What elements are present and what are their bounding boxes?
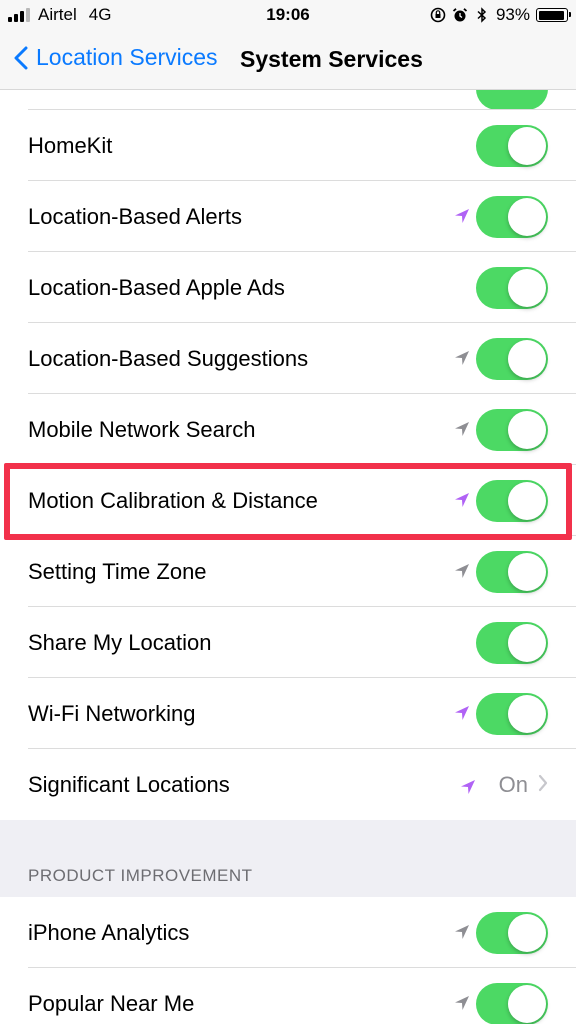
value-label: On (498, 771, 528, 797)
list-item-label: iPhone Analytics (28, 920, 190, 945)
alarm-icon (452, 8, 468, 22)
toggle-switch[interactable] (476, 912, 548, 954)
list-item-iphone-analytics[interactable]: iPhone Analytics (0, 897, 576, 968)
list-item-label: Wi-Fi Networking (28, 701, 196, 726)
location-arrow-icon (453, 420, 471, 438)
system-services-list: HomeKit Location-Based Alerts Location-Bas… (0, 68, 576, 820)
section-header-product-improvement: PRODUCT IMPROVEMENT (28, 866, 253, 885)
location-arrow-icon (453, 207, 471, 225)
battery-percent: 93% (495, 5, 530, 24)
list-item-label: Location-Based Suggestions (28, 346, 309, 371)
location-arrow-icon (453, 349, 471, 367)
location-arrow-icon (453, 491, 471, 509)
toggle-knob (508, 269, 546, 307)
back-button-label: Location Services (36, 44, 218, 70)
list-item-label: Share My Location (28, 630, 212, 655)
list-item-label: Location-Based Apple Ads (28, 275, 285, 300)
toggle-switch[interactable] (476, 622, 548, 664)
toggle-switch[interactable] (476, 551, 548, 593)
list-item-location-based-suggestions[interactable]: Location-Based Suggestions (0, 323, 576, 394)
toggle-switch[interactable] (476, 693, 548, 735)
toggle-knob (508, 127, 546, 165)
toggle-switch[interactable] (476, 409, 548, 451)
toggle-knob (508, 340, 546, 378)
list-item-label: HomeKit (28, 133, 113, 158)
toggle-knob (508, 553, 546, 591)
toggle-switch[interactable] (476, 125, 548, 167)
list-item-homekit[interactable]: HomeKit (0, 110, 576, 181)
toggle-switch[interactable] (476, 267, 548, 309)
toggle-switch[interactable] (476, 196, 548, 238)
battery-icon (536, 8, 571, 22)
disclosure-value[interactable]: On (459, 749, 548, 820)
list-item-location-based-apple-ads[interactable]: Location-Based Apple Ads (0, 252, 576, 323)
location-arrow-icon (453, 923, 471, 941)
list-item-label: Location-Based Alerts (28, 204, 243, 229)
toggle-knob (508, 198, 546, 236)
list-item-significant-locations[interactable]: Significant Locations On (0, 749, 576, 820)
list-item-partial (0, 68, 576, 110)
back-button[interactable]: Location Services (14, 44, 218, 71)
toggle-switch[interactable] (476, 480, 548, 522)
list-item-label: Significant Locations (28, 772, 230, 797)
page-title: System Services (240, 46, 423, 72)
list-item-wi-fi-networking[interactable]: Wi-Fi Networking (0, 678, 576, 749)
chevron-right-icon (538, 772, 548, 798)
list-item-label: Setting Time Zone (28, 559, 207, 584)
location-arrow-icon (453, 704, 471, 722)
list-item-motion-calibration-and-distance[interactable]: Motion Calibration & Distance (0, 465, 576, 536)
list-item-popular-near-me[interactable]: Popular Near Me (0, 968, 576, 1024)
navigation-bar: Location Services System Services (0, 30, 576, 90)
bluetooth-icon (477, 7, 487, 23)
status-bar: Airtel 4G 19:06 93% (0, 0, 576, 30)
toggle-knob (508, 411, 546, 449)
toggle-knob (508, 985, 546, 1023)
toggle-knob (508, 914, 546, 952)
location-arrow-icon (453, 562, 471, 580)
list-item-share-my-location[interactable]: Share My Location (0, 607, 576, 678)
toggle-switch[interactable] (476, 338, 548, 380)
location-arrow-icon (459, 776, 477, 794)
toggle-knob (508, 624, 546, 662)
status-right: 93% (430, 5, 571, 25)
product-improvement-list: iPhone Analytics Popular Near Me (0, 897, 576, 1024)
list-item-label: Motion Calibration & Distance (28, 488, 318, 513)
list-item-label: Popular Near Me (28, 991, 195, 1016)
orientation-lock-icon (430, 7, 446, 23)
list-item-setting-time-zone[interactable]: Setting Time Zone (0, 536, 576, 607)
toggle-knob (508, 695, 546, 733)
toggle-switch[interactable] (476, 983, 548, 1024)
chevron-left-icon (14, 46, 28, 69)
list-item-location-based-alerts[interactable]: Location-Based Alerts (0, 181, 576, 252)
toggle-knob (508, 482, 546, 520)
list-item-mobile-network-search[interactable]: Mobile Network Search (0, 394, 576, 465)
location-arrow-icon (453, 994, 471, 1012)
list-item-label: Mobile Network Search (28, 417, 256, 442)
battery-level (538, 10, 564, 20)
